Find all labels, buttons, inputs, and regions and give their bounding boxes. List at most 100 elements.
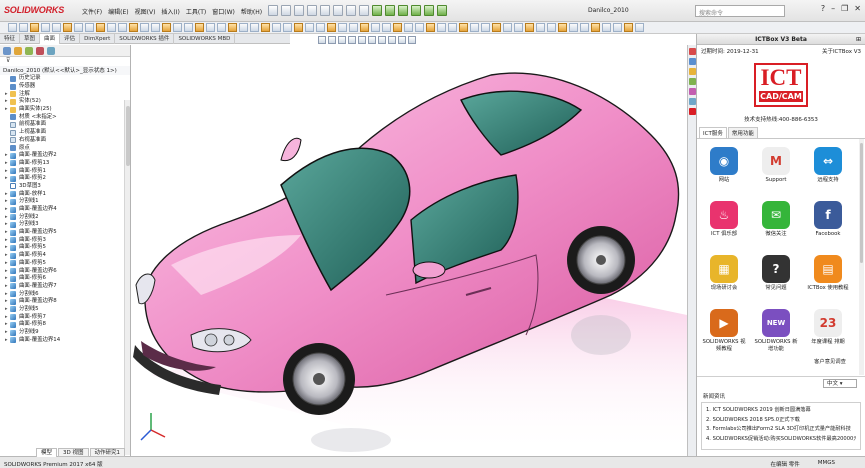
- news-item[interactable]: 2. SOLIDWORKS 2018 SP5.0正式下载: [706, 416, 856, 426]
- command-tab[interactable]: 草图: [20, 34, 41, 44]
- command-icon[interactable]: [8, 23, 17, 32]
- tree-item[interactable]: ▸ 曲面-覆盖边界8: [0, 298, 130, 306]
- command-icon[interactable]: [96, 23, 105, 32]
- tree-item[interactable]: ▸ 分割线3: [0, 221, 130, 229]
- zoom-area-icon[interactable]: [328, 36, 336, 44]
- command-icon[interactable]: [107, 23, 116, 32]
- tree-item[interactable]: ▸ 注解: [0, 90, 130, 98]
- command-icon[interactable]: [371, 23, 380, 32]
- tree-item[interactable]: ▸ 曲面-修剪3: [0, 236, 130, 244]
- menu-item[interactable]: 工具(T): [186, 7, 206, 16]
- command-icon[interactable]: [195, 23, 204, 32]
- minimize-icon[interactable]: –: [831, 4, 835, 13]
- file-explorer-icon[interactable]: [689, 68, 696, 75]
- command-icon[interactable]: [558, 23, 567, 32]
- bottom-tab[interactable]: 动作研究1: [89, 448, 125, 457]
- command-icon[interactable]: [404, 23, 413, 32]
- tree-item[interactable]: ▸ 曲面-覆盖边界4: [0, 206, 130, 214]
- addin-icon[interactable]: [372, 5, 382, 16]
- new-features-icon[interactable]: NEW: [762, 309, 790, 337]
- command-icon[interactable]: [591, 23, 600, 32]
- command-icon[interactable]: [547, 23, 556, 32]
- command-icon[interactable]: [382, 23, 391, 32]
- service-tile[interactable]: ⇔ 远程支持: [805, 147, 851, 184]
- calendar-icon[interactable]: 23: [814, 309, 842, 337]
- search-commands-input[interactable]: 搜索命令: [695, 5, 785, 17]
- command-icon[interactable]: [118, 23, 127, 32]
- property-manager-tab-icon[interactable]: [14, 47, 22, 55]
- command-icon[interactable]: [140, 23, 149, 32]
- pane-tab[interactable]: 常用功能: [727, 127, 758, 138]
- about-link[interactable]: 关于ICTBox V3: [822, 47, 861, 55]
- service-tile[interactable]: ♨ ICT 俱乐部: [701, 201, 747, 238]
- unit-system[interactable]: MMGS: [818, 460, 835, 468]
- command-icon[interactable]: [19, 23, 28, 32]
- command-icon[interactable]: [426, 23, 435, 32]
- configuration-manager-tab-icon[interactable]: [25, 47, 33, 55]
- command-icon[interactable]: [74, 23, 83, 32]
- restore-icon[interactable]: ❐: [841, 4, 848, 13]
- service-tile[interactable]: f Facebook: [805, 201, 851, 238]
- scene-icon[interactable]: [398, 36, 406, 44]
- command-icon[interactable]: [239, 23, 248, 32]
- tree-item[interactable]: 传感器: [0, 83, 130, 91]
- command-icon[interactable]: [52, 23, 61, 32]
- select-icon[interactable]: [333, 5, 343, 16]
- bottom-tab[interactable]: 3D 视图: [58, 448, 89, 457]
- command-icon[interactable]: [283, 23, 292, 32]
- web-globe-icon[interactable]: ◉: [710, 147, 738, 175]
- rebuild-icon[interactable]: [346, 5, 356, 16]
- command-icon[interactable]: [448, 23, 457, 32]
- command-tab[interactable]: 曲面: [40, 34, 61, 44]
- tree-scrollbar[interactable]: [124, 100, 130, 455]
- service-tile[interactable]: NEW SOLIDWORKS 新增功能: [753, 309, 799, 352]
- command-icon[interactable]: [492, 23, 501, 32]
- menu-item[interactable]: 窗口(W): [212, 7, 235, 16]
- command-icon[interactable]: [206, 23, 215, 32]
- command-icon[interactable]: [41, 23, 50, 32]
- command-icon[interactable]: [360, 23, 369, 32]
- tree-item[interactable]: ▸ 曲面-覆盖边界2: [0, 152, 130, 160]
- grid-scrollbar[interactable]: [859, 139, 864, 375]
- service-tile[interactable]: ◉ 网站: [701, 147, 747, 184]
- addin-icon[interactable]: [424, 5, 434, 16]
- gmail-icon[interactable]: M: [762, 147, 790, 175]
- command-icon[interactable]: [514, 23, 523, 32]
- language-select[interactable]: 中文 ▾: [823, 379, 857, 388]
- tree-item[interactable]: ▸ 曲面-修剪6: [0, 275, 130, 283]
- tree-item[interactable]: ▸ 分割线9: [0, 329, 130, 337]
- command-icon[interactable]: [272, 23, 281, 32]
- service-tile[interactable]: 23 年度课程 排期: [805, 309, 851, 346]
- command-icon[interactable]: [316, 23, 325, 32]
- news-item[interactable]: 1. ICT SOLIDWORKS 2019 创新日圆满落幕: [706, 406, 856, 416]
- news-item[interactable]: 3. Formlabs公司推出Form2 SLA 3D打印机正式量产能耐科技: [706, 425, 856, 435]
- filter-icon[interactable]: ⊽: [0, 57, 130, 66]
- tree-item[interactable]: ▸ 曲面-修剪8: [0, 321, 130, 329]
- command-icon[interactable]: [228, 23, 237, 32]
- command-icon[interactable]: [250, 23, 259, 32]
- command-icon[interactable]: [162, 23, 171, 32]
- tree-item[interactable]: ▸ 分割线6: [0, 290, 130, 298]
- tree-item[interactable]: 原点: [0, 144, 130, 152]
- menu-item[interactable]: 文件(F): [82, 7, 102, 16]
- previous-view-icon[interactable]: [338, 36, 346, 44]
- command-icon[interactable]: [613, 23, 622, 32]
- view-palette-icon[interactable]: [689, 78, 696, 85]
- command-tab[interactable]: SOLIDWORKS 插件: [115, 34, 175, 44]
- command-icon[interactable]: [470, 23, 479, 32]
- command-icon[interactable]: [63, 23, 72, 32]
- menu-item[interactable]: 视图(V): [135, 7, 156, 16]
- news-item[interactable]: 4. SOLIDWORKS促销活动:购买SOLIDWORKS软件最高20000元…: [706, 435, 856, 445]
- seminar-icon[interactable]: ▦: [710, 255, 738, 283]
- command-tab[interactable]: 评估: [60, 34, 81, 44]
- pane-tab[interactable]: ICT服务: [699, 127, 727, 138]
- menu-item[interactable]: 插入(I): [161, 7, 179, 16]
- print-icon[interactable]: [307, 5, 317, 16]
- zoom-fit-icon[interactable]: [318, 36, 326, 44]
- hide-show-icon[interactable]: [378, 36, 386, 44]
- command-icon[interactable]: [305, 23, 314, 32]
- video-tutorial-icon[interactable]: ▶: [710, 309, 738, 337]
- tree-item[interactable]: ▸ 曲面实体(25): [0, 106, 130, 114]
- command-icon[interactable]: [569, 23, 578, 32]
- command-icon[interactable]: [536, 23, 545, 32]
